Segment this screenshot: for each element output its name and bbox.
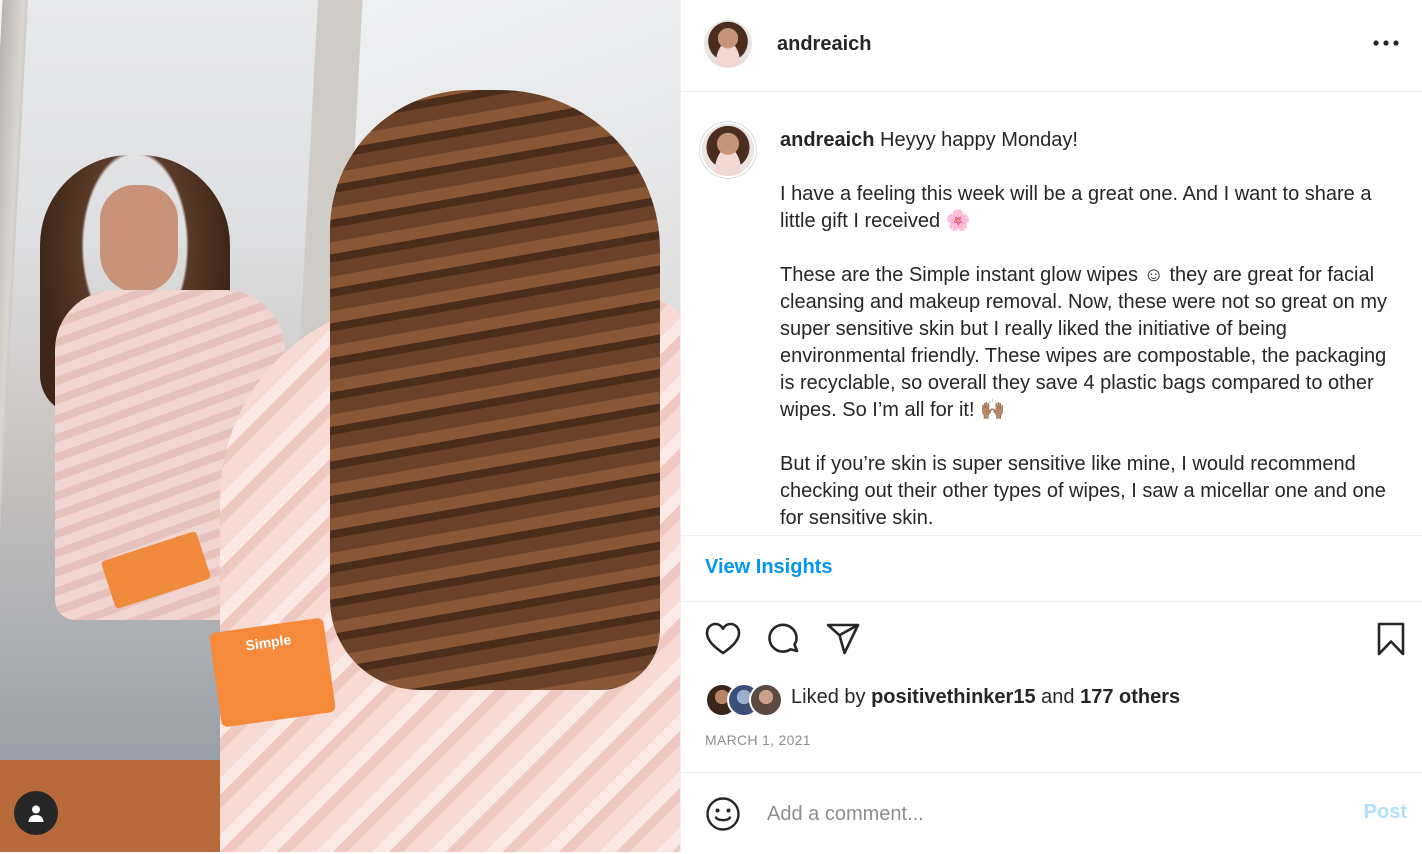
more-options-button[interactable] xyxy=(1371,28,1401,58)
caption-author-username[interactable]: andreaich xyxy=(780,129,874,151)
heart-icon xyxy=(705,622,741,655)
likes-prefix: Liked by xyxy=(791,686,866,708)
smiley-icon xyxy=(706,797,740,831)
likes-summary: Liked by positivethinker15 and 177 other… xyxy=(705,681,1405,717)
post-header: andreaich xyxy=(681,0,1422,92)
caption-text: andreaich Heyyy happy Monday! I have a f… xyxy=(780,127,1405,534)
bookmark-icon xyxy=(1377,622,1405,656)
post-author-username[interactable]: andreaich xyxy=(777,33,871,56)
like-button[interactable] xyxy=(703,619,743,659)
avatar[interactable] xyxy=(704,20,752,68)
avatar[interactable] xyxy=(702,124,754,176)
comment-input[interactable] xyxy=(765,795,1329,833)
liker-username-link[interactable]: positivethinker15 xyxy=(871,686,1036,708)
share-button[interactable] xyxy=(823,619,863,659)
photo-hair xyxy=(330,90,660,690)
likes-text: Liked by positivethinker15 and 177 other… xyxy=(791,686,1180,709)
post-date[interactable]: MARCH 1, 2021 xyxy=(705,732,811,748)
caption-paragraph: I have a feeling this week will be a gre… xyxy=(780,183,1372,232)
action-bar xyxy=(681,601,1422,681)
comment-button[interactable] xyxy=(763,619,803,659)
caption-paragraph: andreaich Heyyy happy Monday! xyxy=(780,127,1405,154)
insights-row: View Insights xyxy=(681,535,1422,602)
user-icon xyxy=(28,805,44,822)
likes-connector: and xyxy=(1041,686,1075,708)
paper-plane-icon xyxy=(826,623,860,655)
comment-bar: Post xyxy=(681,772,1422,853)
view-insights-link[interactable]: View Insights xyxy=(705,556,832,579)
likes-others-link[interactable]: 177 others xyxy=(1080,686,1180,708)
caption-paragraph: But if you’re skin is super sensitive li… xyxy=(780,453,1386,529)
post-details-panel: andreaich andreaich Heyyy happy Monday! … xyxy=(680,0,1422,852)
photo-reflection-face xyxy=(100,185,178,293)
post-photo[interactable]: Simple xyxy=(0,0,680,852)
liker-avatar[interactable] xyxy=(749,683,783,717)
comment-icon xyxy=(768,623,799,653)
post-caption: andreaich Heyyy happy Monday! I have a f… xyxy=(681,92,1422,534)
photo-wipes-package: Simple xyxy=(208,617,337,728)
tagged-users-button[interactable] xyxy=(14,791,58,835)
caption-paragraph: These are the Simple instant glow wipes … xyxy=(780,264,1387,421)
more-options-icon xyxy=(1373,40,1399,46)
post-comment-button[interactable]: Post xyxy=(1364,801,1407,824)
save-button[interactable] xyxy=(1371,619,1411,659)
caption-paragraph-text: Heyyy happy Monday! xyxy=(880,129,1078,151)
emoji-button[interactable] xyxy=(703,794,743,834)
